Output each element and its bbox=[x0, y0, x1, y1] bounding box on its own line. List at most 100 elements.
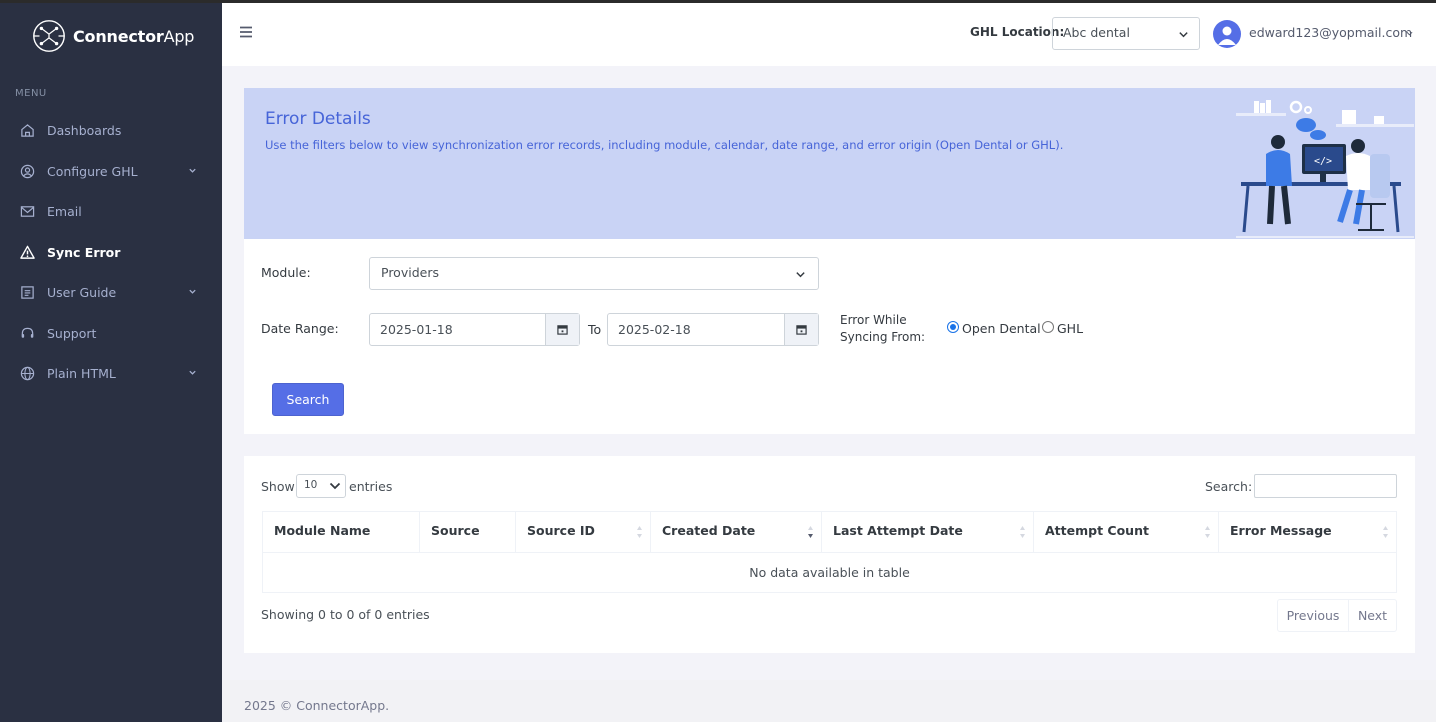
brand-logo[interactable]: ConnectorApp bbox=[30, 16, 194, 56]
page-subtitle: Use the filters below to view synchroniz… bbox=[265, 138, 1064, 152]
mail-icon bbox=[20, 204, 35, 219]
sync-from-label-line1: Error While bbox=[840, 313, 907, 327]
hamburger-menu-icon[interactable] bbox=[239, 25, 253, 39]
footer: 2025 © ConnectorApp. bbox=[222, 680, 1436, 722]
page-length-select[interactable]: 10 bbox=[296, 474, 346, 498]
module-value: Providers bbox=[381, 265, 439, 280]
column-header-last-attempt-date[interactable]: Last Attempt Date bbox=[822, 512, 1034, 552]
sort-icon bbox=[1383, 526, 1388, 538]
chevron-down-icon bbox=[189, 168, 196, 173]
ghl-location-value: Abc dental bbox=[1063, 25, 1130, 40]
sort-icon bbox=[1020, 526, 1025, 538]
sidebar-item-configure-ghl[interactable]: Configure GHL bbox=[0, 155, 222, 187]
sidebar-item-label: Email bbox=[47, 203, 82, 219]
menu-title: MENU bbox=[15, 88, 47, 99]
page-title: Error Details bbox=[265, 109, 371, 129]
warning-icon bbox=[20, 245, 35, 260]
column-header-error-message[interactable]: Error Message bbox=[1219, 512, 1396, 552]
error-details-banner: Error Details Use the filters below to v… bbox=[244, 88, 1415, 239]
globe-icon bbox=[20, 366, 35, 381]
sidebar: ConnectorApp MENU Dashboards Configure G… bbox=[0, 3, 222, 722]
sidebar-item-label: User Guide bbox=[47, 284, 117, 300]
error-table-card: Show 10 entries Search: Module Name Sour… bbox=[244, 456, 1415, 653]
next-page-button[interactable]: Next bbox=[1349, 600, 1396, 631]
chevron-down-icon bbox=[189, 289, 196, 294]
show-label: Show bbox=[261, 479, 295, 494]
sidebar-item-sync-error[interactable]: Sync Error bbox=[0, 236, 222, 268]
chevron-down-icon bbox=[796, 272, 805, 278]
sidebar-item-user-guide[interactable]: User Guide bbox=[0, 276, 222, 308]
open-dental-radio[interactable] bbox=[947, 321, 959, 333]
ghl-label[interactable]: GHL bbox=[1057, 321, 1083, 336]
sidebar-item-label: Dashboards bbox=[47, 122, 122, 138]
column-header-module-name[interactable]: Module Name bbox=[263, 512, 420, 552]
footer-copyright: 2025 © ConnectorApp. bbox=[244, 698, 390, 713]
table-search-input[interactable] bbox=[1254, 474, 1397, 498]
sidebar-item-label: Configure GHL bbox=[47, 163, 138, 179]
module-label: Module: bbox=[261, 265, 311, 280]
date-to-separator: To bbox=[588, 322, 602, 337]
column-label: Source bbox=[431, 523, 480, 538]
column-label: Error Message bbox=[1230, 523, 1332, 538]
column-label: Source ID bbox=[527, 523, 595, 538]
open-dental-label[interactable]: Open Dental bbox=[962, 321, 1041, 336]
top-header: GHL Location: Abc dental edward123@yopma… bbox=[222, 3, 1436, 66]
sidebar-item-email[interactable]: Email bbox=[0, 195, 222, 227]
table-info: Showing 0 to 0 of 0 entries bbox=[261, 607, 430, 622]
sort-icon bbox=[637, 526, 642, 538]
empty-table-message: No data available in table bbox=[749, 565, 910, 580]
entries-label: entries bbox=[349, 479, 393, 494]
column-header-source[interactable]: Source bbox=[420, 512, 516, 552]
column-header-attempt-count[interactable]: Attempt Count bbox=[1034, 512, 1219, 552]
chevron-down-icon bbox=[329, 482, 341, 490]
sidebar-item-label: Support bbox=[47, 325, 97, 341]
table-body: No data available in table bbox=[263, 553, 1396, 592]
date-to-value: 2025-02-18 bbox=[618, 322, 691, 337]
column-label: Last Attempt Date bbox=[833, 523, 963, 538]
sidebar-item-support[interactable]: Support bbox=[0, 317, 222, 349]
user-circle-icon bbox=[20, 164, 35, 179]
previous-page-button[interactable]: Previous bbox=[1278, 600, 1349, 631]
ghl-radio[interactable] bbox=[1042, 321, 1054, 333]
svg-text:</>: </> bbox=[1314, 156, 1332, 167]
column-header-created-date[interactable]: Created Date bbox=[651, 512, 822, 552]
column-label: Attempt Count bbox=[1045, 523, 1149, 538]
date-to-input[interactable]: 2025-02-18 bbox=[607, 313, 819, 346]
module-select[interactable]: Providers bbox=[369, 257, 819, 290]
search-button[interactable]: Search bbox=[272, 383, 344, 416]
table-header: Module Name Source Source ID Created Dat… bbox=[263, 512, 1396, 553]
calendar-icon[interactable] bbox=[545, 314, 579, 345]
sort-icon bbox=[1205, 526, 1210, 538]
user-avatar[interactable] bbox=[1213, 20, 1241, 48]
date-range-label: Date Range: bbox=[261, 321, 339, 336]
ghl-location-select[interactable]: Abc dental bbox=[1052, 17, 1200, 50]
window-top-border bbox=[0, 0, 1436, 3]
headset-icon bbox=[20, 326, 35, 341]
user-email[interactable]: edward123@yopmail.com bbox=[1249, 25, 1412, 40]
chevron-down-icon[interactable] bbox=[1406, 30, 1413, 37]
user-avatar-icon bbox=[1218, 26, 1236, 45]
sidebar-item-plain-html[interactable]: Plain HTML bbox=[0, 357, 222, 389]
date-from-input[interactable]: 2025-01-18 bbox=[369, 313, 580, 346]
sort-desc-icon bbox=[808, 526, 813, 538]
sync-from-label-line2: Syncing From: bbox=[840, 330, 926, 344]
date-from-value: 2025-01-18 bbox=[380, 322, 453, 337]
document-icon bbox=[20, 285, 35, 300]
pagination: Previous Next bbox=[1277, 599, 1397, 632]
sync-from-label: Error While Syncing From: bbox=[840, 312, 925, 346]
error-filter-card: Error Details Use the filters below to v… bbox=[244, 88, 1415, 434]
error-table: Module Name Source Source ID Created Dat… bbox=[262, 511, 1397, 593]
sidebar-item-dashboards[interactable]: Dashboards bbox=[0, 114, 222, 146]
developers-illustration: </> bbox=[1236, 100, 1414, 238]
column-label: Created Date bbox=[662, 523, 756, 538]
column-label: Module Name bbox=[274, 523, 371, 538]
home-icon bbox=[20, 123, 35, 138]
chevron-down-icon bbox=[189, 370, 196, 375]
chevron-down-icon bbox=[1179, 32, 1188, 38]
sidebar-item-label: Plain HTML bbox=[47, 365, 116, 381]
column-header-source-id[interactable]: Source ID bbox=[516, 512, 651, 552]
calendar-icon[interactable] bbox=[784, 314, 818, 345]
sidebar-item-label: Sync Error bbox=[47, 244, 121, 260]
table-search-label: Search: bbox=[1205, 479, 1253, 494]
ghl-location-label: GHL Location: bbox=[970, 25, 1065, 39]
